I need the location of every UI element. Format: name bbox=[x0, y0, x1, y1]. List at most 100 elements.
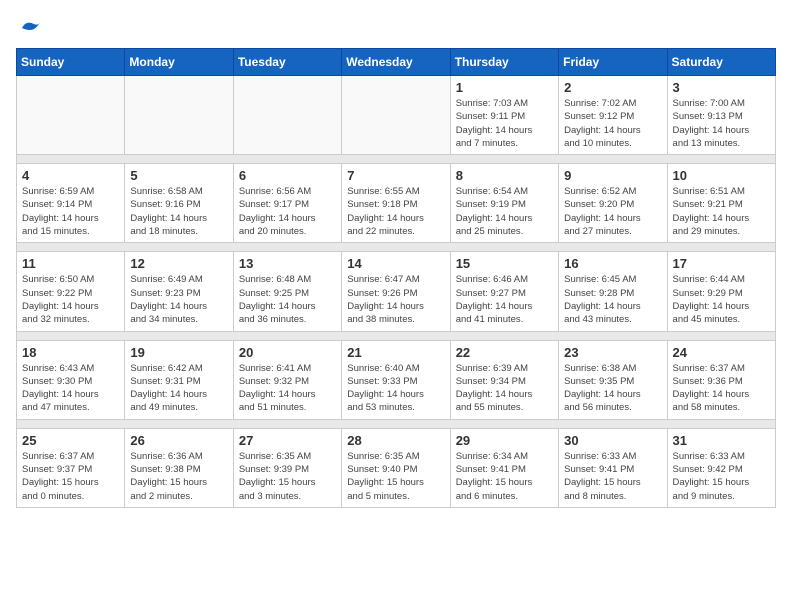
day-number: 21 bbox=[347, 345, 444, 360]
day-cell: 4Sunrise: 6:59 AM Sunset: 9:14 PM Daylig… bbox=[17, 164, 125, 243]
day-cell: 15Sunrise: 6:46 AM Sunset: 9:27 PM Dayli… bbox=[450, 252, 558, 331]
day-info: Sunrise: 6:36 AM Sunset: 9:38 PM Dayligh… bbox=[130, 450, 227, 503]
day-info: Sunrise: 6:42 AM Sunset: 9:31 PM Dayligh… bbox=[130, 362, 227, 415]
day-number: 29 bbox=[456, 433, 553, 448]
day-info: Sunrise: 6:56 AM Sunset: 9:17 PM Dayligh… bbox=[239, 185, 336, 238]
day-cell: 21 Sunrise: 6:40 AM Sunset: 9:33 PM Dayli… bbox=[342, 340, 450, 419]
day-number: 9 bbox=[564, 168, 661, 183]
day-number: 23 bbox=[564, 345, 661, 360]
weekday-header-thursday: Thursday bbox=[450, 49, 558, 76]
day-info: Sunrise: 6:39 AM Sunset: 9:34 PM Dayligh… bbox=[456, 362, 553, 415]
day-number: 27 bbox=[239, 433, 336, 448]
week-separator bbox=[17, 331, 776, 340]
day-info: Sunrise: 6:55 AM Sunset: 9:18 PM Dayligh… bbox=[347, 185, 444, 238]
logo bbox=[16, 16, 42, 40]
day-info: Sunrise: 6:33 AM Sunset: 9:42 PM Dayligh… bbox=[673, 450, 770, 503]
day-number: 11 bbox=[22, 256, 119, 271]
day-cell: 14Sunrise: 6:47 AM Sunset: 9:26 PM Dayli… bbox=[342, 252, 450, 331]
week-row-2: 4Sunrise: 6:59 AM Sunset: 9:14 PM Daylig… bbox=[17, 164, 776, 243]
page-header bbox=[16, 16, 776, 40]
day-number: 31 bbox=[673, 433, 770, 448]
day-number: 3 bbox=[673, 80, 770, 95]
day-cell: 30Sunrise: 6:33 AM Sunset: 9:41 PM Dayli… bbox=[559, 428, 667, 507]
day-cell: 3 Sunrise: 7:00 AM Sunset: 9:13 PM Daylig… bbox=[667, 76, 775, 155]
day-number: 12 bbox=[130, 256, 227, 271]
day-cell: 8 Sunrise: 6:54 AM Sunset: 9:19 PM Daylig… bbox=[450, 164, 558, 243]
day-number: 22 bbox=[456, 345, 553, 360]
weekday-header-sunday: Sunday bbox=[17, 49, 125, 76]
day-number: 18 bbox=[22, 345, 119, 360]
day-cell: 1 Sunrise: 7:03 AM Sunset: 9:11 PM Daylig… bbox=[450, 76, 558, 155]
day-info: Sunrise: 6:47 AM Sunset: 9:26 PM Dayligh… bbox=[347, 273, 444, 326]
day-cell: 13Sunrise: 6:48 AM Sunset: 9:25 PM Dayli… bbox=[233, 252, 341, 331]
day-info: Sunrise: 6:35 AM Sunset: 9:40 PM Dayligh… bbox=[347, 450, 444, 503]
day-info: Sunrise: 6:38 AM Sunset: 9:35 PM Dayligh… bbox=[564, 362, 661, 415]
day-number: 16 bbox=[564, 256, 661, 271]
day-number: 5 bbox=[130, 168, 227, 183]
day-info: Sunrise: 6:37 AM Sunset: 9:36 PM Dayligh… bbox=[673, 362, 770, 415]
week-row-4: 18 Sunrise: 6:43 AM Sunset: 9:30 PM Dayli… bbox=[17, 340, 776, 419]
day-number: 10 bbox=[673, 168, 770, 183]
day-number: 2 bbox=[564, 80, 661, 95]
calendar-table: SundayMondayTuesdayWednesdayThursdayFrid… bbox=[16, 48, 776, 508]
day-number: 1 bbox=[456, 80, 553, 95]
day-info: Sunrise: 6:34 AM Sunset: 9:41 PM Dayligh… bbox=[456, 450, 553, 503]
week-row-5: 25Sunrise: 6:37 AM Sunset: 9:37 PM Dayli… bbox=[17, 428, 776, 507]
separator-cell bbox=[17, 419, 776, 428]
logo-bird-icon bbox=[18, 16, 42, 40]
day-number: 20 bbox=[239, 345, 336, 360]
day-cell: 23 Sunrise: 6:38 AM Sunset: 9:35 PM Dayli… bbox=[559, 340, 667, 419]
weekday-header-wednesday: Wednesday bbox=[342, 49, 450, 76]
day-info: Sunrise: 6:44 AM Sunset: 9:29 PM Dayligh… bbox=[673, 273, 770, 326]
separator-cell bbox=[17, 155, 776, 164]
day-info: Sunrise: 6:54 AM Sunset: 9:19 PM Dayligh… bbox=[456, 185, 553, 238]
week-separator bbox=[17, 155, 776, 164]
day-info: Sunrise: 7:03 AM Sunset: 9:11 PM Dayligh… bbox=[456, 97, 553, 150]
day-cell bbox=[125, 76, 233, 155]
day-info: Sunrise: 7:02 AM Sunset: 9:12 PM Dayligh… bbox=[564, 97, 661, 150]
weekday-header-saturday: Saturday bbox=[667, 49, 775, 76]
day-cell: 7Sunrise: 6:55 AM Sunset: 9:18 PM Daylig… bbox=[342, 164, 450, 243]
day-cell: 22 Sunrise: 6:39 AM Sunset: 9:34 PM Dayli… bbox=[450, 340, 558, 419]
day-info: Sunrise: 6:37 AM Sunset: 9:37 PM Dayligh… bbox=[22, 450, 119, 503]
day-cell: 27 Sunrise: 6:35 AM Sunset: 9:39 PM Dayli… bbox=[233, 428, 341, 507]
day-cell bbox=[17, 76, 125, 155]
day-number: 26 bbox=[130, 433, 227, 448]
day-number: 28 bbox=[347, 433, 444, 448]
day-cell: 2 Sunrise: 7:02 AM Sunset: 9:12 PM Daylig… bbox=[559, 76, 667, 155]
day-info: Sunrise: 6:43 AM Sunset: 9:30 PM Dayligh… bbox=[22, 362, 119, 415]
day-cell: 5 Sunrise: 6:58 AM Sunset: 9:16 PM Daylig… bbox=[125, 164, 233, 243]
day-cell: 9 Sunrise: 6:52 AM Sunset: 9:20 PM Daylig… bbox=[559, 164, 667, 243]
day-info: Sunrise: 6:40 AM Sunset: 9:33 PM Dayligh… bbox=[347, 362, 444, 415]
day-info: Sunrise: 6:46 AM Sunset: 9:27 PM Dayligh… bbox=[456, 273, 553, 326]
day-number: 24 bbox=[673, 345, 770, 360]
day-number: 8 bbox=[456, 168, 553, 183]
day-info: Sunrise: 7:00 AM Sunset: 9:13 PM Dayligh… bbox=[673, 97, 770, 150]
separator-cell bbox=[17, 331, 776, 340]
day-cell: 24 Sunrise: 6:37 AM Sunset: 9:36 PM Dayli… bbox=[667, 340, 775, 419]
day-info: Sunrise: 6:48 AM Sunset: 9:25 PM Dayligh… bbox=[239, 273, 336, 326]
weekday-header-friday: Friday bbox=[559, 49, 667, 76]
day-cell: 17Sunrise: 6:44 AM Sunset: 9:29 PM Dayli… bbox=[667, 252, 775, 331]
day-info: Sunrise: 6:52 AM Sunset: 9:20 PM Dayligh… bbox=[564, 185, 661, 238]
week-row-3: 11 Sunrise: 6:50 AM Sunset: 9:22 PM Dayli… bbox=[17, 252, 776, 331]
week-row-1: 1 Sunrise: 7:03 AM Sunset: 9:11 PM Daylig… bbox=[17, 76, 776, 155]
day-cell: 19 Sunrise: 6:42 AM Sunset: 9:31 PM Dayli… bbox=[125, 340, 233, 419]
day-cell: 25Sunrise: 6:37 AM Sunset: 9:37 PM Dayli… bbox=[17, 428, 125, 507]
day-cell: 26 Sunrise: 6:36 AM Sunset: 9:38 PM Dayli… bbox=[125, 428, 233, 507]
day-info: Sunrise: 6:35 AM Sunset: 9:39 PM Dayligh… bbox=[239, 450, 336, 503]
separator-cell bbox=[17, 243, 776, 252]
day-cell: 18 Sunrise: 6:43 AM Sunset: 9:30 PM Dayli… bbox=[17, 340, 125, 419]
day-info: Sunrise: 6:58 AM Sunset: 9:16 PM Dayligh… bbox=[130, 185, 227, 238]
day-cell bbox=[342, 76, 450, 155]
day-cell: 10Sunrise: 6:51 AM Sunset: 9:21 PM Dayli… bbox=[667, 164, 775, 243]
day-info: Sunrise: 6:50 AM Sunset: 9:22 PM Dayligh… bbox=[22, 273, 119, 326]
day-cell: 11 Sunrise: 6:50 AM Sunset: 9:22 PM Dayli… bbox=[17, 252, 125, 331]
day-info: Sunrise: 6:33 AM Sunset: 9:41 PM Dayligh… bbox=[564, 450, 661, 503]
day-cell: 29 Sunrise: 6:34 AM Sunset: 9:41 PM Dayli… bbox=[450, 428, 558, 507]
day-cell: 28 Sunrise: 6:35 AM Sunset: 9:40 PM Dayli… bbox=[342, 428, 450, 507]
day-cell: 31 Sunrise: 6:33 AM Sunset: 9:42 PM Dayli… bbox=[667, 428, 775, 507]
day-number: 6 bbox=[239, 168, 336, 183]
day-number: 19 bbox=[130, 345, 227, 360]
day-cell: 6 Sunrise: 6:56 AM Sunset: 9:17 PM Daylig… bbox=[233, 164, 341, 243]
